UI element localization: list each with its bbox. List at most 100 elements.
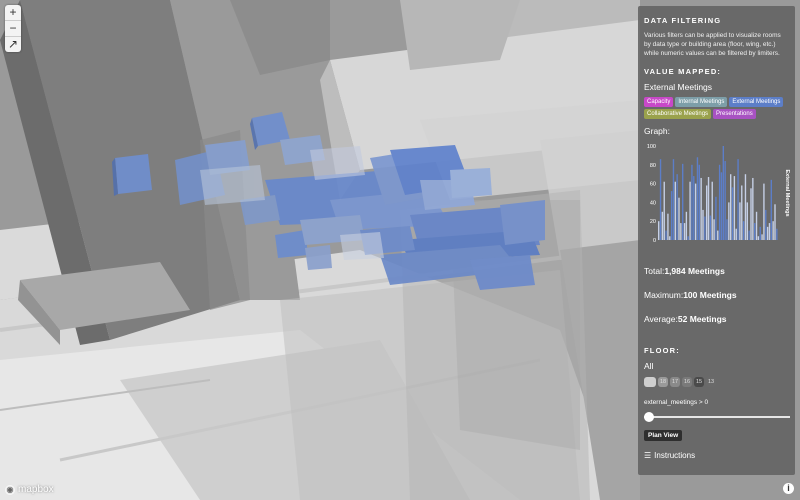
map-navigation-control: + − ↗ <box>5 5 21 52</box>
value-mapped-selected: External Meetings <box>644 82 713 92</box>
floor-button-15[interactable]: 15 <box>694 377 704 387</box>
bar <box>766 226 769 240</box>
compass-icon[interactable]: ↗ <box>5 37 21 52</box>
bar <box>768 223 771 240</box>
bar <box>676 174 678 240</box>
y-tick-label: 0 <box>653 238 656 244</box>
bar <box>722 146 724 240</box>
bar <box>715 196 717 240</box>
bar <box>669 236 671 240</box>
bar <box>776 228 778 240</box>
badge-presentations[interactable]: Presentations <box>713 109 756 119</box>
bar <box>713 219 715 240</box>
badge-external-meetings[interactable]: External Meetings <box>729 97 784 107</box>
meetings-bar-chart: 0 20 40 60 80 100 External Meetings <box>647 144 790 244</box>
bar <box>731 187 734 240</box>
bar <box>682 163 684 240</box>
bar <box>730 174 732 240</box>
bar <box>717 230 719 240</box>
slider-track[interactable] <box>644 416 790 418</box>
average-stat: Average:52 Meetings <box>644 314 789 324</box>
bar <box>739 202 741 240</box>
value-limit-slider[interactable] <box>644 412 790 422</box>
bar <box>696 157 699 240</box>
value-mapped-heading: VALUE MAPPED: <box>644 67 722 76</box>
bar <box>667 213 669 240</box>
zoom-in-button[interactable]: + <box>5 5 21 21</box>
bar <box>741 185 743 240</box>
badge-collaborative-meetings[interactable]: Collaborative Meetings <box>644 109 712 119</box>
bar <box>706 185 708 240</box>
bar <box>750 188 752 240</box>
y-tick-label: 80 <box>650 163 656 169</box>
graph-label: Graph: <box>644 126 670 136</box>
bar <box>665 230 667 240</box>
bar <box>763 183 765 240</box>
instructions-label: Instructions <box>654 451 696 460</box>
mapbox-logo[interactable]: ◉ mapbox <box>5 484 54 495</box>
bar <box>724 161 726 240</box>
bar <box>761 234 763 240</box>
bar <box>698 164 700 240</box>
bar <box>744 174 747 240</box>
mapbox-logo-icon: ◉ <box>5 484 15 495</box>
bar <box>735 228 737 240</box>
data-filtering-panel: DATA FILTERING Various filters can be ap… <box>638 6 795 475</box>
floor-button-13[interactable]: 13 <box>706 377 716 387</box>
bar <box>774 204 776 240</box>
bar <box>663 181 665 240</box>
bar <box>694 183 697 240</box>
floor-button-16[interactable]: 16 <box>682 377 692 387</box>
panel-description: Various filters can be applied to visual… <box>644 32 781 57</box>
bar <box>678 197 680 240</box>
bar <box>691 164 693 240</box>
slider-handle[interactable] <box>644 412 654 422</box>
bar <box>752 177 754 240</box>
value-type-badges: Capacity Internal Meetings External Meetin… <box>644 97 792 119</box>
bar <box>683 223 686 240</box>
floor-all-option[interactable]: All <box>644 361 789 371</box>
y-tick-label: 20 <box>650 219 656 225</box>
y-tick-label: 60 <box>650 182 656 188</box>
y-tick-label: 100 <box>647 144 656 150</box>
bar <box>770 179 772 240</box>
bar <box>742 221 745 240</box>
bar <box>728 202 730 240</box>
bar <box>759 226 761 240</box>
bar <box>693 176 695 240</box>
bar <box>746 202 748 240</box>
bar <box>702 209 704 240</box>
floor-button-17[interactable]: 17 <box>670 377 680 387</box>
y-axis-label: External Meetings <box>784 169 790 216</box>
zoom-out-button[interactable]: − <box>5 21 21 37</box>
floor-button-18[interactable]: 18 <box>658 377 668 387</box>
filter-expression: external_meetings > 0 <box>644 399 709 406</box>
badge-internal-meetings[interactable]: Internal Meetings <box>675 97 728 107</box>
bar <box>757 236 760 240</box>
floor-buttons: 18 17 16 15 13 <box>644 377 789 387</box>
bar <box>772 221 774 240</box>
average-value: 52 Meetings <box>677 314 727 324</box>
bar <box>661 211 664 240</box>
bar <box>707 177 710 240</box>
bar <box>659 159 662 240</box>
menu-icon: ☰ <box>644 451 652 460</box>
total-label: Total: <box>644 266 665 276</box>
attribution-info-icon[interactable]: i <box>783 483 794 494</box>
floor-button-selected[interactable] <box>644 377 656 387</box>
bar <box>704 216 706 240</box>
total-value: 1,984 Meetings <box>664 266 725 276</box>
bar <box>748 230 750 240</box>
bar <box>709 215 712 240</box>
bar <box>670 191 673 240</box>
bar <box>726 219 728 240</box>
mapbox-logo-text: mapbox <box>18 484 54 495</box>
badge-capacity[interactable]: Capacity <box>644 97 674 107</box>
instructions-toggle[interactable]: ☰ Instructions <box>644 451 789 460</box>
plan-view-button[interactable]: Plan View <box>644 430 683 441</box>
bar <box>687 236 689 240</box>
bar <box>700 177 702 240</box>
bar <box>718 164 721 240</box>
floor-heading: FLOOR: <box>644 346 680 355</box>
bar <box>658 221 660 240</box>
